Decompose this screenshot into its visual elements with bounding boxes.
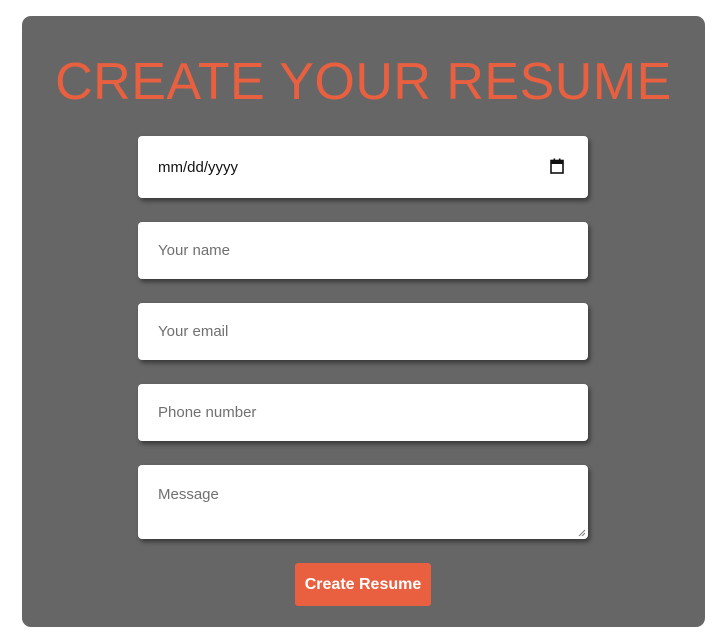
email-input[interactable]: Your email: [138, 303, 588, 360]
create-resume-button[interactable]: Create Resume: [295, 563, 431, 606]
date-input-value: mm/dd/yyyy: [158, 159, 239, 176]
message-textarea[interactable]: Message: [138, 465, 588, 539]
resume-form-card: CREATE YOUR RESUME mm/dd/yyyy Your name …: [22, 16, 705, 627]
phone-input-placeholder: Phone number: [158, 404, 257, 421]
email-input-placeholder: Your email: [158, 323, 229, 340]
resize-grip-icon[interactable]: [578, 529, 586, 537]
name-input-placeholder: Your name: [158, 242, 230, 259]
page-title: CREATE YOUR RESUME: [55, 53, 672, 111]
phone-input[interactable]: Phone number: [138, 384, 588, 441]
name-input[interactable]: Your name: [138, 222, 588, 279]
date-input[interactable]: mm/dd/yyyy: [138, 136, 588, 198]
calendar-icon[interactable]: [550, 158, 564, 174]
message-textarea-placeholder: Message: [158, 486, 219, 503]
